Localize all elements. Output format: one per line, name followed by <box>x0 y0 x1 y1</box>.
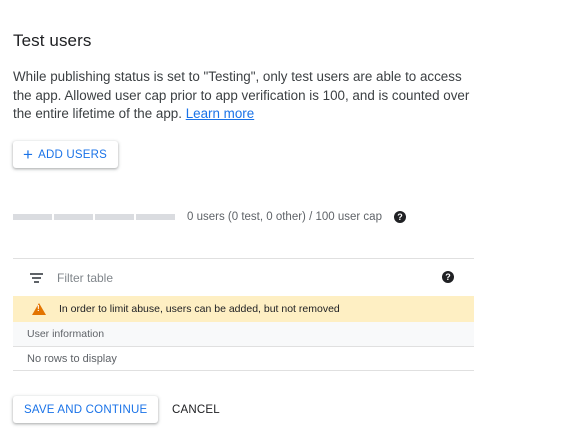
warning-banner: In order to limit abuse, users can be ad… <box>13 296 474 322</box>
progress-segment <box>13 214 52 220</box>
warning-text: In order to limit abuse, users can be ad… <box>59 303 340 315</box>
filter-icon <box>30 272 43 283</box>
section-title: Test users <box>13 31 92 50</box>
help-icon[interactable]: ? <box>393 211 406 223</box>
filter-row: ? <box>13 259 474 296</box>
save-and-continue-button[interactable]: SAVE AND CONTINUE <box>13 396 159 423</box>
progress-segment <box>54 214 93 220</box>
learn-more-link[interactable]: Learn more <box>186 106 254 121</box>
add-users-button[interactable]: + ADD USERS <box>13 141 119 168</box>
test-users-table: ? In order to limit abuse, users can be … <box>13 258 474 371</box>
user-cap-progress-bar <box>13 214 175 220</box>
filter-table-input[interactable] <box>57 270 357 285</box>
empty-table-message: No rows to display <box>13 347 474 371</box>
table-help-icon[interactable]: ? <box>442 271 454 283</box>
warning-icon <box>32 303 46 315</box>
section-description: While publishing status is set to "Testi… <box>13 68 483 124</box>
add-users-label: ADD USERS <box>38 148 108 161</box>
progress-segment <box>136 214 175 220</box>
column-header-user-information[interactable]: User information <box>13 322 474 347</box>
progress-segment <box>95 214 134 220</box>
user-cap-indicator: 0 users (0 test, 0 other) / 100 user cap… <box>13 211 406 223</box>
cancel-button[interactable]: CANCEL <box>160 396 232 423</box>
plus-icon: + <box>23 144 34 164</box>
user-cap-text: 0 users (0 test, 0 other) / 100 user cap <box>187 211 382 223</box>
